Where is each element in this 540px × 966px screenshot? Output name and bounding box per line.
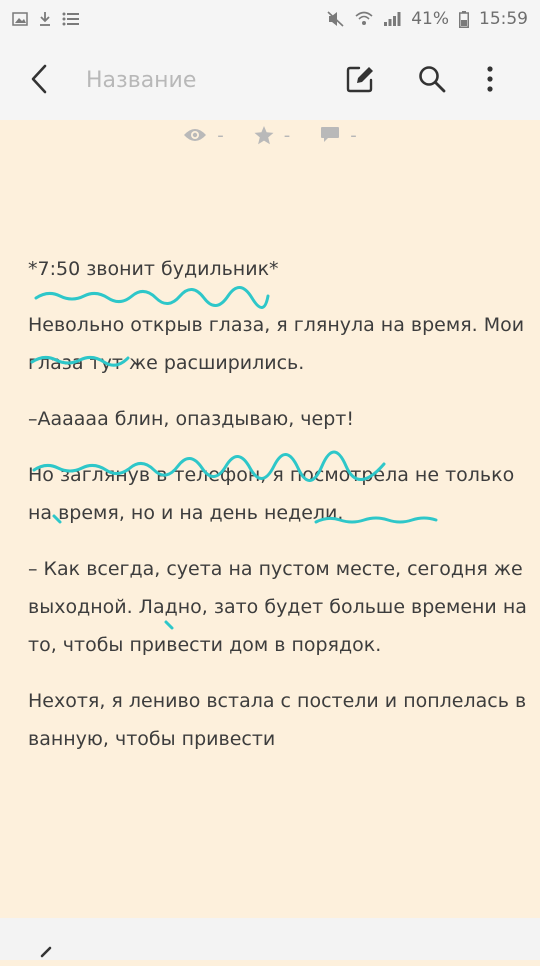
more-options-button[interactable] xyxy=(469,58,511,100)
comments-stat: - xyxy=(320,125,357,146)
back-button[interactable] xyxy=(18,58,60,100)
download-icon xyxy=(38,11,52,27)
paragraph-5: – Как всегда, суета на пустом месте, сег… xyxy=(28,558,533,656)
status-bar-left xyxy=(12,11,80,27)
battery-icon xyxy=(459,10,469,28)
votes-stat: - xyxy=(254,124,291,146)
chevron-left-icon xyxy=(31,64,47,94)
search-icon xyxy=(419,66,446,93)
paragraph-3: –Аааааа блин, опаздываю, черт! xyxy=(28,408,354,430)
edit-icon xyxy=(346,66,373,93)
paragraph-2: Невольно открыв глаза, я глянула на врем… xyxy=(28,314,531,374)
views-stat: - xyxy=(183,125,224,146)
editor-toolbar xyxy=(0,38,540,120)
votes-count: - xyxy=(283,124,291,146)
star-icon xyxy=(254,125,274,144)
signal-icon xyxy=(383,11,401,27)
search-button[interactable] xyxy=(411,58,453,100)
story-stats: - - - xyxy=(0,120,540,150)
eye-icon xyxy=(184,129,207,141)
title-input[interactable] xyxy=(86,66,316,94)
views-count: - xyxy=(217,124,224,146)
list-notification-icon xyxy=(62,12,80,26)
bottom-bar xyxy=(0,918,540,960)
edit-button[interactable] xyxy=(339,58,381,100)
status-bar: 41% 15:59 xyxy=(0,0,540,38)
battery-percent: 41% xyxy=(411,9,449,29)
paragraph-1: *7:50 звонит будильник* xyxy=(28,258,279,280)
comments-count: - xyxy=(350,124,357,146)
wifi-icon xyxy=(355,11,373,27)
paragraph-6: Нехотя, я лениво встала с постели и попл… xyxy=(28,690,533,750)
bottom-chevron-icon xyxy=(40,946,52,958)
mute-icon xyxy=(327,11,345,27)
paragraph-4: Но заглянув в телефон, я посмотрела не т… xyxy=(28,464,521,524)
more-vertical-icon xyxy=(487,66,493,92)
clock: 15:59 xyxy=(479,9,528,29)
text-fade xyxy=(0,800,540,860)
status-bar-right: 41% 15:59 xyxy=(327,9,528,29)
image-notification-icon xyxy=(12,12,28,26)
comment-icon xyxy=(321,127,340,142)
story-text-editor[interactable]: *7:50 звонит будильник* Невольно открыв … xyxy=(28,250,538,776)
